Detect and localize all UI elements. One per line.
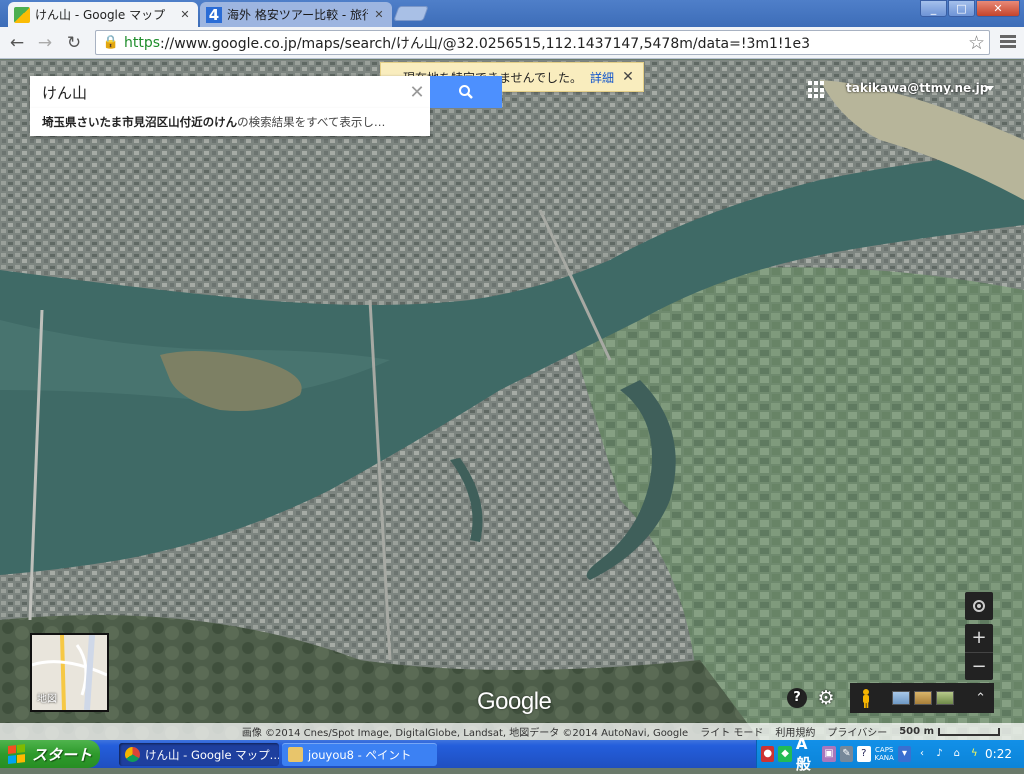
window-controls: _ □ ✕	[920, 0, 1020, 17]
taskbar-item-label: けん山 - Google マップ...	[145, 747, 279, 762]
url-scheme: https	[124, 34, 161, 51]
ime-dictionary-icon[interactable]: ▣	[822, 746, 836, 762]
forward-arrow-icon[interactable]: →	[34, 32, 56, 54]
pegman-icon[interactable]	[860, 688, 872, 708]
close-icon[interactable]: ✕	[622, 69, 634, 85]
browser-tab-strip: けん山 - Google マップ ✕ 4 海外 格安ツアー比較 - 旅行 ✕ _…	[0, 0, 1024, 27]
paint-icon	[288, 747, 303, 762]
scale-bar[interactable]: 500 m	[899, 726, 1000, 737]
tray-app-icon[interactable]: ●	[761, 746, 775, 762]
tab-title: 海外 格安ツアー比較 - 旅行	[227, 8, 368, 22]
tab-close-icon[interactable]: ✕	[372, 8, 386, 21]
satellite-imagery	[0, 60, 1024, 740]
crosshair-icon	[973, 600, 985, 612]
taskbar-item-label: jouyou8 - ペイント	[308, 747, 412, 762]
bookmark-star-icon[interactable]: ☆	[968, 32, 985, 54]
caps-label: CAPS	[875, 746, 894, 754]
usb-device-icon[interactable]: ϟ	[968, 746, 981, 762]
satellite-map[interactable]: 現在地を特定できませんでした。 詳細 ✕ ✕ 埼玉県さいたま市見沼区山付近のけん…	[0, 60, 1024, 740]
ime-help-icon[interactable]: ?	[857, 746, 871, 762]
search-input[interactable]	[30, 77, 404, 107]
back-arrow-icon[interactable]: ←	[6, 32, 28, 54]
google-logo: Google	[477, 688, 552, 715]
caps-kana-indicator: CAPS KANA	[875, 746, 894, 762]
system-tray: ● ◆ A般 ▣ ✎ ? CAPS KANA ▾ ‹ ♪ ⌂ ϟ 0:22	[756, 735, 1024, 773]
help-icon[interactable]: ?	[787, 688, 807, 708]
expand-up-icon[interactable]: ⌃	[975, 691, 986, 706]
zoom-out-button[interactable]: −	[965, 652, 993, 680]
imagery-thumbnail-2[interactable]	[914, 691, 932, 705]
imagery-thumbnail-1[interactable]	[892, 691, 910, 705]
address-bar[interactable]: 🔒 https://www.google.co.jp/maps/search/け…	[95, 30, 990, 55]
map-view-toggle[interactable]: 地図	[30, 633, 109, 712]
lock-icon: 🔒	[102, 34, 120, 50]
chevron-down-icon[interactable]	[986, 86, 994, 91]
imagery-thumbnail-3[interactable]	[936, 691, 954, 705]
tab-title: けん山 - Google マップ	[35, 8, 166, 22]
google-maps-favicon-icon	[14, 6, 30, 23]
search-suggestion[interactable]: 埼玉県さいたま市見沼区山付近のけんの検索結果をすべて表示し…	[30, 108, 430, 136]
tab-travel-site[interactable]: 4 海外 格安ツアー比較 - 旅行 ✕	[200, 2, 392, 27]
kana-label: KANA	[874, 754, 894, 762]
apps-grid-icon[interactable]	[808, 81, 826, 99]
chrome-icon	[125, 747, 140, 762]
my-location-button[interactable]	[965, 592, 993, 620]
start-label: スタート	[32, 745, 93, 764]
taskbar-item-chrome[interactable]: けん山 - Google マップ...	[119, 743, 279, 766]
chrome-menu-icon[interactable]	[1000, 35, 1016, 51]
show-hidden-icons-icon[interactable]: ‹	[915, 746, 928, 762]
windows-logo-icon	[8, 744, 26, 764]
reload-icon[interactable]: ↻	[63, 32, 85, 54]
tab-google-maps[interactable]: けん山 - Google マップ ✕	[8, 2, 198, 27]
imagery-strip: ⌃	[850, 683, 994, 713]
url-path: ://www.google.co.jp/maps/search/けん山/@32.…	[160, 35, 810, 52]
taskbar-item-paint[interactable]: jouyou8 - ペイント	[282, 743, 437, 766]
clear-search-icon[interactable]: ✕	[404, 82, 430, 103]
search-box: ✕	[30, 76, 430, 108]
network-icon[interactable]: ⌂	[950, 746, 963, 762]
map-footer: 画像 ©2014 Cnes/Spot Image, DigitalGlobe, …	[0, 723, 1024, 740]
ime-tools-icon[interactable]: ✎	[839, 746, 854, 762]
browser-toolbar: ← → ↻ 🔒 https://www.google.co.jp/maps/se…	[0, 27, 1024, 59]
start-button[interactable]: スタート	[0, 740, 100, 768]
gear-icon[interactable]: ⚙	[816, 688, 836, 708]
attribution: 画像 ©2014 Cnes/Spot Image, DigitalGlobe, …	[241, 728, 689, 739]
maximize-button[interactable]: □	[948, 0, 975, 17]
ime-options-icon[interactable]: ▾	[897, 746, 912, 762]
privacy-link[interactable]: プライバシー	[827, 724, 887, 739]
suggestion-place: 埼玉県さいたま市見沼区山付近のけん	[42, 115, 238, 129]
tab-close-icon[interactable]: ✕	[178, 8, 192, 21]
new-tab-button[interactable]	[393, 6, 429, 21]
scale-label: 500 m	[899, 726, 934, 737]
zoom-in-button[interactable]: +	[965, 624, 993, 652]
minimize-button[interactable]: _	[920, 0, 947, 17]
account-email[interactable]: takikawa@ttmy.ne.jp	[846, 81, 988, 95]
lite-mode-link[interactable]: ライト モード	[700, 724, 763, 739]
windows-taskbar: スタート けん山 - Google マップ... jouyou8 - ペイント …	[0, 735, 1024, 773]
search-icon	[459, 85, 473, 99]
close-window-button[interactable]: ✕	[976, 0, 1020, 17]
tray-app-icon[interactable]: ◆	[778, 746, 792, 762]
suggestion-rest: の検索結果をすべて表示し…	[237, 115, 386, 129]
geo-alert-details-link[interactable]: 詳細	[590, 69, 614, 86]
minimap-label: 地図	[37, 694, 57, 705]
site-4travel-favicon-icon: 4	[206, 6, 222, 24]
volume-icon[interactable]: ♪	[933, 746, 946, 762]
search-button[interactable]	[430, 76, 502, 108]
system-clock[interactable]: 0:22	[985, 747, 1012, 761]
